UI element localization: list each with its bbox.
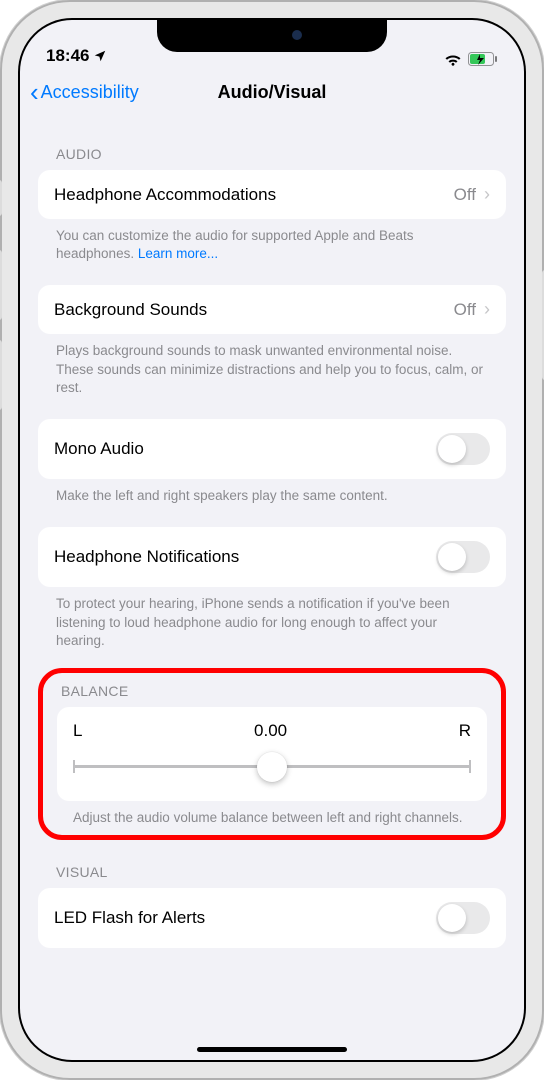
slider-thumb[interactable] [257,752,287,782]
chevron-right-icon: › [484,299,490,320]
led-flash-row: LED Flash for Alerts [38,888,506,948]
headphone-notifications-row: Headphone Notifications [38,527,506,587]
footer-text: To protect your hearing, iPhone sends a … [38,587,506,650]
mono-audio-toggle[interactable] [436,433,490,465]
page-title: Audio/Visual [218,82,327,103]
led-flash-toggle[interactable] [436,902,490,934]
status-time: 18:46 [46,46,89,66]
cell-value: Off [454,300,476,320]
volume-down-button [0,340,2,410]
mute-switch [0,180,2,216]
cell-label: LED Flash for Alerts [54,908,205,928]
chevron-left-icon: ‹ [30,79,39,105]
nav-bar: ‹ Accessibility Audio/Visual [18,68,526,116]
wifi-icon [444,52,462,66]
balance-slider-group: L 0.00 R [57,707,487,801]
balance-left-label: L [73,721,82,741]
footer-text: Plays background sounds to mask unwanted… [38,334,506,397]
section-header-audio: AUDIO [38,116,506,170]
notch [157,18,387,52]
balance-right-label: R [459,721,471,741]
chevron-right-icon: › [484,184,490,205]
mono-audio-row: Mono Audio [38,419,506,479]
learn-more-link[interactable]: Learn more... [138,246,218,261]
back-label: Accessibility [41,82,139,103]
cell-label: Headphone Accommodations [54,185,276,205]
section-header-visual: VISUAL [38,840,506,888]
headphone-notifications-toggle[interactable] [436,541,490,573]
back-button[interactable]: ‹ Accessibility [30,79,139,105]
headphone-accommodations-row[interactable]: Headphone Accommodations Off › [38,170,506,219]
content-scroll[interactable]: AUDIO Headphone Accommodations Off › You… [18,116,526,1008]
volume-up-button [0,250,2,320]
cell-value: Off [454,185,476,205]
location-arrow-icon [93,49,107,63]
cell-label: Mono Audio [54,439,144,459]
footer-text: Make the left and right speakers play th… [38,479,506,505]
background-sounds-row[interactable]: Background Sounds Off › [38,285,506,334]
highlight-annotation: BALANCE L 0.00 R [38,668,506,840]
balance-slider[interactable] [73,755,471,779]
section-header-balance: BALANCE [43,673,501,707]
footer-text: Adjust the audio volume balance between … [43,801,501,827]
screen: 18:46 [18,18,526,1062]
battery-charging-icon [468,52,498,66]
home-indicator[interactable] [197,1047,347,1052]
phone-frame: 18:46 [0,0,544,1080]
balance-value: 0.00 [254,721,287,741]
footer-text: You can customize the audio for supporte… [38,219,506,263]
cell-label: Background Sounds [54,300,207,320]
cell-label: Headphone Notifications [54,547,239,567]
